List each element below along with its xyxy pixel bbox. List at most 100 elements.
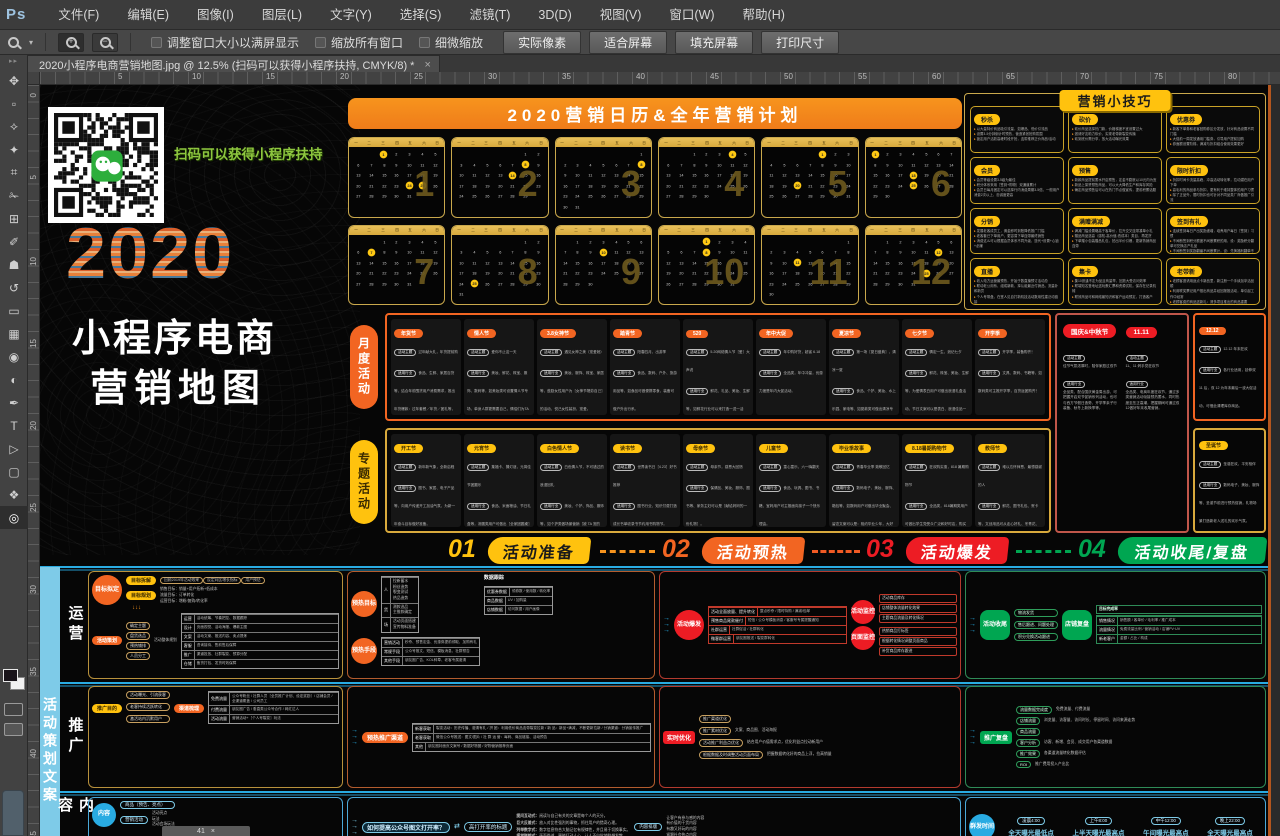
- menu-item[interactable]: 滤镜(T): [455, 0, 524, 30]
- tool-button[interactable]: ▫: [0, 92, 28, 115]
- list-line: 不间断签到奖励翻番不间断累计，设：兑换福利翻单不间断翻盘更新奖励表: [1170, 249, 1256, 254]
- tool-button[interactable]: ✒: [0, 391, 28, 414]
- cell-content-sendtime: 群发时间 凌晨4:00 全天曝光最低点 上午8:00 上半天曝光最高点 中午12…: [965, 797, 1266, 836]
- industry-pill: 适用行业: [540, 503, 562, 510]
- table-value: 领券数 / 使用数 / 转化率: [510, 588, 552, 596]
- tool-button[interactable]: ▷: [0, 437, 28, 460]
- theme-pill: 活动主题: [1063, 355, 1085, 362]
- menu-item[interactable]: 视图(V): [586, 0, 656, 30]
- zoom-out-button[interactable]: −: [92, 33, 118, 52]
- theme-pill: 活动主题: [686, 349, 708, 356]
- foreground-color-swatch[interactable]: [3, 669, 18, 682]
- weekday-header: 一二三四五六日: [866, 138, 961, 147]
- table-key: 老客获取: [413, 734, 434, 742]
- table-key: 其他: [413, 743, 426, 751]
- document-canvas[interactable]: 扫码可以获得小程序扶持 2020 小程序电商 营销地图 2020营销日历&全年营…: [40, 85, 1280, 836]
- tool-button[interactable]: ✁: [0, 184, 28, 207]
- tool-button[interactable]: ▦: [0, 322, 28, 345]
- data-tracking-table: 优惠券数据领券数 / 使用数 / 转化率商品数据UV / 加购量店铺数据访问数据…: [484, 586, 553, 615]
- replay-note: 免费流量、付费流量: [1056, 707, 1090, 713]
- highlight-date: 11: [793, 259, 801, 267]
- burst-table: 活动全面放量、提升转化整点秒杀 / 限时特购 / 满减/包邮预售商品尾款催付短信…: [708, 606, 847, 644]
- list-line: 券面额设置阶梯，满减与折扣组合使用效果更好: [1170, 142, 1256, 147]
- tool-button[interactable]: ▢: [0, 460, 28, 483]
- industry-pill: 适用行业: [759, 370, 781, 377]
- option-checkbox[interactable]: 细微缩放: [419, 34, 483, 51]
- list-line: 锁定用户活跃高峰时段开抢，连带推荐正价商品/活动: [974, 137, 1060, 142]
- tool-button[interactable]: ◐: [0, 368, 28, 391]
- checkbox-icon[interactable]: [315, 37, 326, 48]
- tool-button[interactable]: ◉: [0, 345, 28, 368]
- tool-button[interactable]: ⊞: [0, 207, 28, 230]
- menu-item[interactable]: 图层(L): [248, 0, 316, 30]
- tool-preset-caret-icon[interactable]: ▾: [29, 38, 33, 47]
- industry-pill: 适用行业: [1126, 381, 1148, 388]
- dock-thumbnail[interactable]: [2, 790, 24, 836]
- activity-card-title: 3.8女神节: [540, 329, 576, 338]
- view-mode-button[interactable]: 适合屏幕: [589, 31, 667, 54]
- industry-pill: 适用行业: [613, 370, 635, 377]
- activity-card-title: 教师节: [978, 444, 1007, 453]
- theme-pill: 活动主题: [759, 464, 781, 471]
- options-bar: ▾ + − 调整窗口大小以满屏显示缩放所有窗口细微缩放 实际像素适合屏幕填充屏幕…: [0, 30, 1280, 55]
- ruler-number: 15: [266, 72, 275, 81]
- industry-pill: 适用行业: [978, 370, 1000, 377]
- view-mode-button[interactable]: 实际像素: [503, 31, 581, 54]
- screen-mode-button[interactable]: [4, 723, 23, 736]
- cell-operation-stage1: 目标拟定 目标拆解 回顾2019年活动效果设定同比增长指标用户预估 目标规划 销…: [88, 571, 343, 679]
- tool-button[interactable]: ❖: [0, 483, 28, 506]
- theme-pill: 活动主题: [905, 349, 927, 356]
- option-checkbox[interactable]: 调整窗口大小以满屏显示: [151, 34, 299, 51]
- tab-close-icon[interactable]: ×: [424, 59, 430, 71]
- checkbox-icon[interactable]: [151, 37, 162, 48]
- view-mode-button[interactable]: 填充屏幕: [675, 31, 753, 54]
- quick-mask-button[interactable]: [4, 703, 23, 716]
- ruler-number: 30: [29, 585, 38, 594]
- checkbox-icon[interactable]: [419, 37, 430, 48]
- tool-button[interactable]: ⟡: [0, 115, 28, 138]
- weekday-header: 一二三四五六日: [556, 226, 651, 235]
- activity-card: 儿童节 活动主题童心童乐，六一嗨翻天 适用行业食品、玩具、图书、书籍、宝妈用户可…: [756, 434, 826, 527]
- theme-pill: 活动主题: [394, 349, 416, 356]
- photoshop-logo: Ps: [6, 6, 26, 23]
- menu-item[interactable]: 选择(S): [386, 0, 456, 30]
- tool-button[interactable]: ✐: [0, 230, 28, 253]
- time-caption: 全天曝光最高点: [1207, 827, 1253, 836]
- tool-button[interactable]: ⌗: [0, 161, 28, 184]
- view-mode-button[interactable]: 打印尺寸: [761, 31, 839, 54]
- cell-operation-stage2: 预热目标 人拉新蓄水粉丝造势裂变测试热品造势货测款选品主推款确定场活动页面搭建宣…: [347, 571, 655, 679]
- highlight-date: 25: [471, 280, 479, 288]
- activity-card-title: 520: [686, 330, 708, 338]
- tool-button[interactable]: ◎: [0, 506, 28, 529]
- national-day-column: 国庆&中秋节 活动主题佳节气氛浓厚时，陪伴家庭过双节 适用行业全品类、配合国庆黄…: [1061, 319, 1121, 527]
- panel-grip-icon[interactable]: ▸▸: [0, 57, 27, 65]
- menu-item[interactable]: 文字(Y): [316, 0, 386, 30]
- industry-text: 数码电子、美妆、服饰等、圣诞节前进行预热促销，礼物场景打造新老人送礼的欢乐气氛。: [1199, 483, 1259, 523]
- menu-item[interactable]: 图像(I): [183, 0, 248, 30]
- menu-item[interactable]: 文件(F): [44, 0, 113, 30]
- menu-item[interactable]: 编辑(E): [113, 0, 183, 30]
- tool-button[interactable]: ✦: [0, 138, 28, 161]
- theme-text: 过年献大礼，年货提前购: [418, 350, 458, 354]
- stage4-number: 04: [1078, 535, 1106, 564]
- zoom-in-button[interactable]: +: [58, 33, 84, 52]
- option-checkbox[interactable]: 缩放所有窗口: [315, 34, 403, 51]
- industry-pill: 适用行业: [394, 485, 416, 492]
- overlay-badge[interactable]: 41 ×: [162, 826, 250, 836]
- divider: [45, 33, 46, 51]
- tool-button[interactable]: ↺: [0, 276, 28, 299]
- ruler-number: 20: [340, 72, 349, 81]
- zoom-tool-icon[interactable]: [8, 37, 19, 48]
- menu-item[interactable]: 3D(D): [524, 0, 585, 30]
- list-line: 设定同比增长指标: [203, 577, 241, 585]
- tool-button[interactable]: ✥: [0, 69, 28, 92]
- overlay-close-icon[interactable]: ×: [211, 828, 215, 835]
- menu-item[interactable]: 帮助(H): [729, 0, 799, 30]
- tool-button[interactable]: ▭: [0, 299, 28, 322]
- document-tab[interactable]: 2020小程序电商营销地图.jpg @ 12.5% (扫码可以获得小程序扶持, …: [0, 55, 440, 72]
- tool-button[interactable]: ☗: [0, 253, 28, 276]
- tool-button[interactable]: T: [0, 414, 28, 437]
- time-caption: 午间曝光最高点: [1143, 827, 1189, 836]
- table-value: 朋友圈封面页文案号 / 数据好物圈 / 好物营销推荐页面: [426, 743, 515, 751]
- menu-item[interactable]: 窗口(W): [655, 0, 728, 30]
